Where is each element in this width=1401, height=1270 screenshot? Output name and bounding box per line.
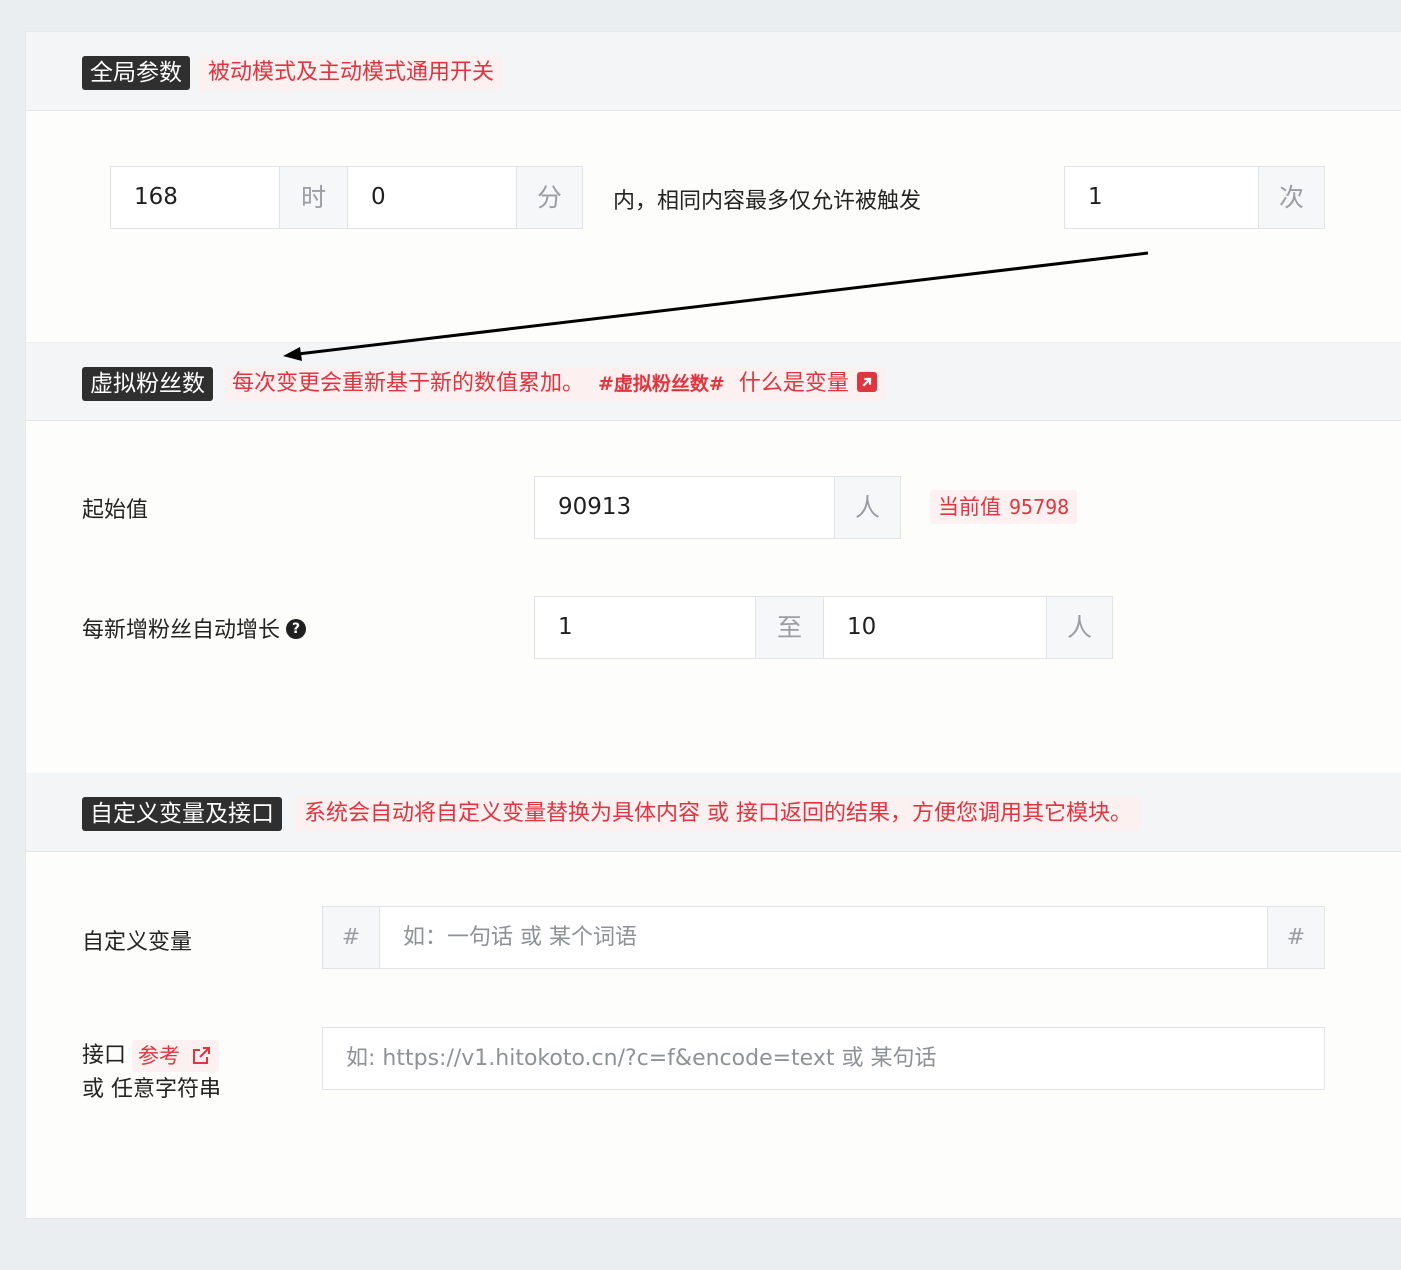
virtual-fans-hint-text: 每次变更会重新基于新的数值累加。 [232, 371, 585, 396]
growth-max-input[interactable]: 10 [823, 596, 1047, 659]
custom-var-label: 自定义变量 [82, 930, 193, 955]
custom-var-input[interactable]: 如：一句话 或 某个词语 [379, 906, 1268, 969]
start-value-label: 起始值 [82, 498, 149, 523]
var-prefix-hash: # [322, 906, 380, 969]
current-value-label: 当前值 [938, 495, 1001, 519]
virtual-fans-section-title: 虚拟粉丝数 [82, 367, 213, 401]
custom-vars-section-header: 自定义变量及接口 系统会自动将自定义变量替换为具体内容 或 接口返回的结果，方便… [26, 773, 1401, 852]
start-value-input[interactable]: 90913 [534, 476, 835, 539]
growth-label-text: 每新增粉丝自动增长 [82, 618, 281, 643]
current-value-badge: 当前值 95798 [930, 490, 1078, 524]
times-unit: 次 [1258, 166, 1325, 229]
external-link-square-icon[interactable] [856, 372, 877, 392]
current-value-number: 95798 [1009, 495, 1070, 519]
times-input[interactable]: 1 [1064, 166, 1259, 229]
global-section-header: 全局参数 被动模式及主动模式通用开关 [26, 32, 1401, 111]
growth-min-input[interactable]: 1 [534, 596, 756, 659]
external-link-icon[interactable] [191, 1046, 213, 1066]
growth-label: 每新增粉丝自动增长? [82, 612, 307, 644]
trigger-limit-text: 内，相同内容最多仅允许被触发 [613, 189, 922, 214]
virtual-fans-section-hint: 每次变更会重新基于新的数值累加。 #虚拟粉丝数# 什么是变量 [224, 367, 885, 401]
global-section-hint: 被动模式及主动模式通用开关 [200, 56, 503, 90]
var-suffix-hash: # [1267, 906, 1325, 969]
virtual-fans-variable-tag: #虚拟粉丝数# [598, 373, 725, 395]
global-section-title: 全局参数 [82, 56, 190, 90]
api-reference-link[interactable]: 参考 [132, 1040, 219, 1072]
settings-panel: 全局参数 被动模式及主动模式通用开关 168 时 0 分 内，相同内容最多仅允许… [25, 31, 1401, 1219]
minutes-input[interactable]: 0 [347, 166, 517, 229]
api-label: 接口 参考 或 任意字符串 [82, 1039, 221, 1107]
api-reference-text[interactable]: 参考 [138, 1044, 180, 1068]
growth-separator: 至 [755, 596, 824, 659]
minutes-unit: 分 [516, 166, 583, 229]
start-value-unit: 人 [834, 476, 901, 539]
custom-vars-section-hint: 系统会自动将自定义变量替换为具体内容 或 接口返回的结果，方便您调用其它模块。 [296, 797, 1140, 831]
api-label-any-string: 或 任意字符串 [82, 1077, 221, 1102]
api-label-text: 接口 [82, 1043, 127, 1068]
hours-input[interactable]: 168 [110, 166, 280, 229]
question-circle-icon[interactable]: ? [286, 619, 307, 639]
virtual-fans-section-header: 虚拟粉丝数 每次变更会重新基于新的数值累加。 #虚拟粉丝数# 什么是变量 [26, 342, 1401, 421]
what-is-variable-link[interactable]: 什么是变量 [739, 371, 849, 396]
api-input[interactable]: 如: https://v1.hitokoto.cn/?c=f&encode=te… [322, 1027, 1325, 1090]
hours-unit: 时 [279, 166, 348, 229]
custom-vars-section-title: 自定义变量及接口 [82, 797, 282, 831]
growth-unit: 人 [1046, 596, 1113, 659]
